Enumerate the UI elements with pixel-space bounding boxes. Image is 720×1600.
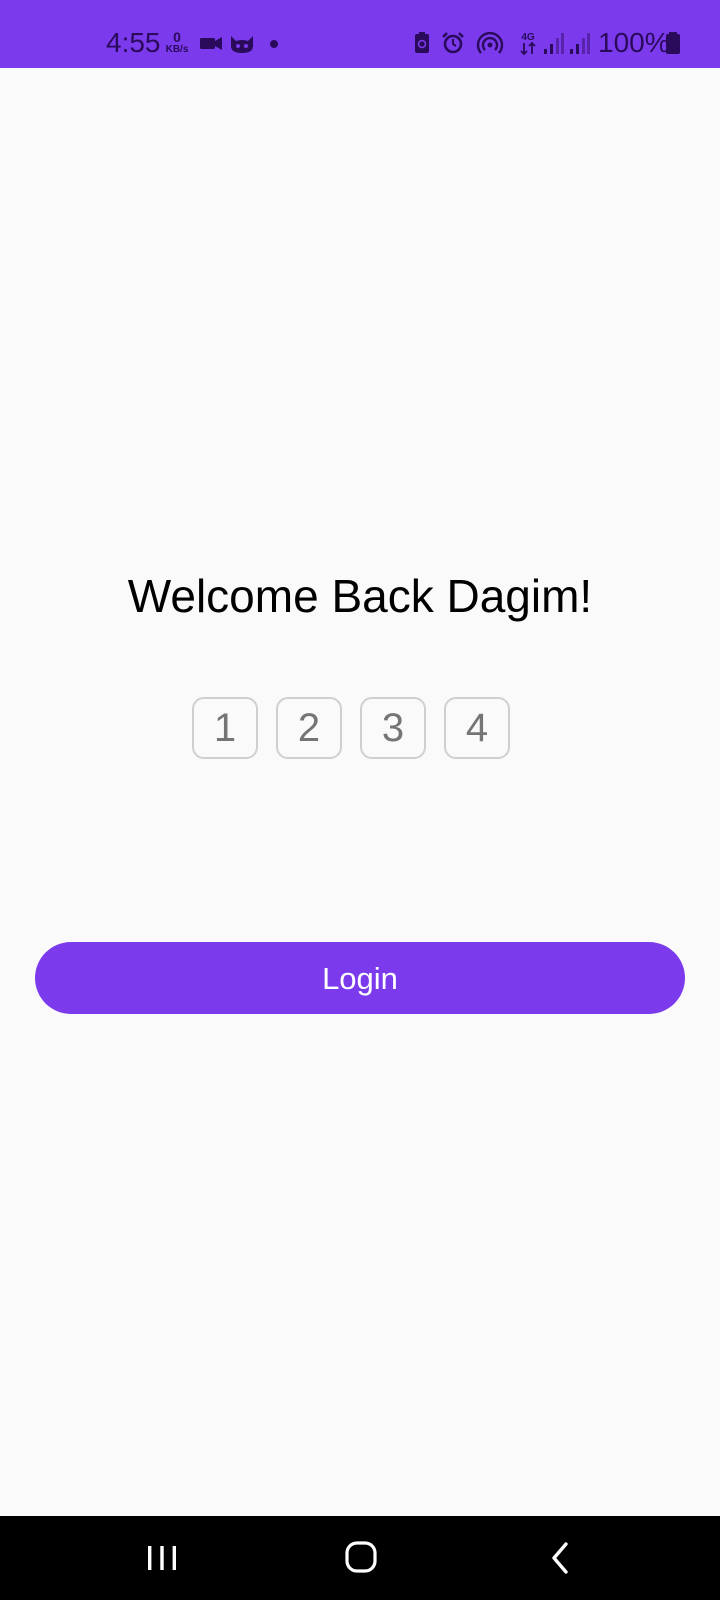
status-time: 4:55 bbox=[106, 27, 161, 58]
alarm-icon bbox=[442, 32, 464, 54]
cat-app-icon bbox=[231, 36, 253, 53]
pin-digit-1-input[interactable] bbox=[192, 697, 258, 759]
notification-dot-icon bbox=[270, 40, 278, 48]
battery-saver-icon bbox=[415, 32, 429, 53]
login-screen: 4:55 0 KB/s 4G 100% Welcome Back Dagim! … bbox=[0, 0, 720, 1600]
battery-icon bbox=[666, 32, 680, 54]
login-button[interactable]: Login bbox=[35, 942, 685, 1014]
pin-digit-4-input[interactable] bbox=[444, 697, 510, 759]
4g-data-icon: 4G bbox=[520, 32, 536, 56]
home-icon[interactable] bbox=[332, 1530, 392, 1586]
back-icon[interactable] bbox=[534, 1530, 594, 1586]
battery-percent: 100% bbox=[598, 27, 670, 58]
status-bar: 4:55 0 KB/s 4G 100% bbox=[0, 0, 720, 68]
pin-digit-3-input[interactable] bbox=[360, 697, 426, 759]
navigation-bar bbox=[0, 1516, 720, 1600]
signal-strength-icon bbox=[544, 33, 564, 54]
network-type: 4G bbox=[521, 32, 535, 43]
network-speed: 0 KB/s bbox=[164, 30, 190, 56]
recent-apps-icon[interactable] bbox=[132, 1530, 192, 1586]
hotspot-icon bbox=[476, 31, 504, 54]
pin-digit-2-input[interactable] bbox=[276, 697, 342, 759]
network-speed-unit: KB/s bbox=[165, 44, 189, 55]
network-speed-value: 0 bbox=[173, 29, 181, 45]
signal-strength-icon-2 bbox=[570, 33, 590, 54]
welcome-title: Welcome Back Dagim! bbox=[127, 570, 593, 622]
video-camera-icon bbox=[200, 37, 222, 50]
